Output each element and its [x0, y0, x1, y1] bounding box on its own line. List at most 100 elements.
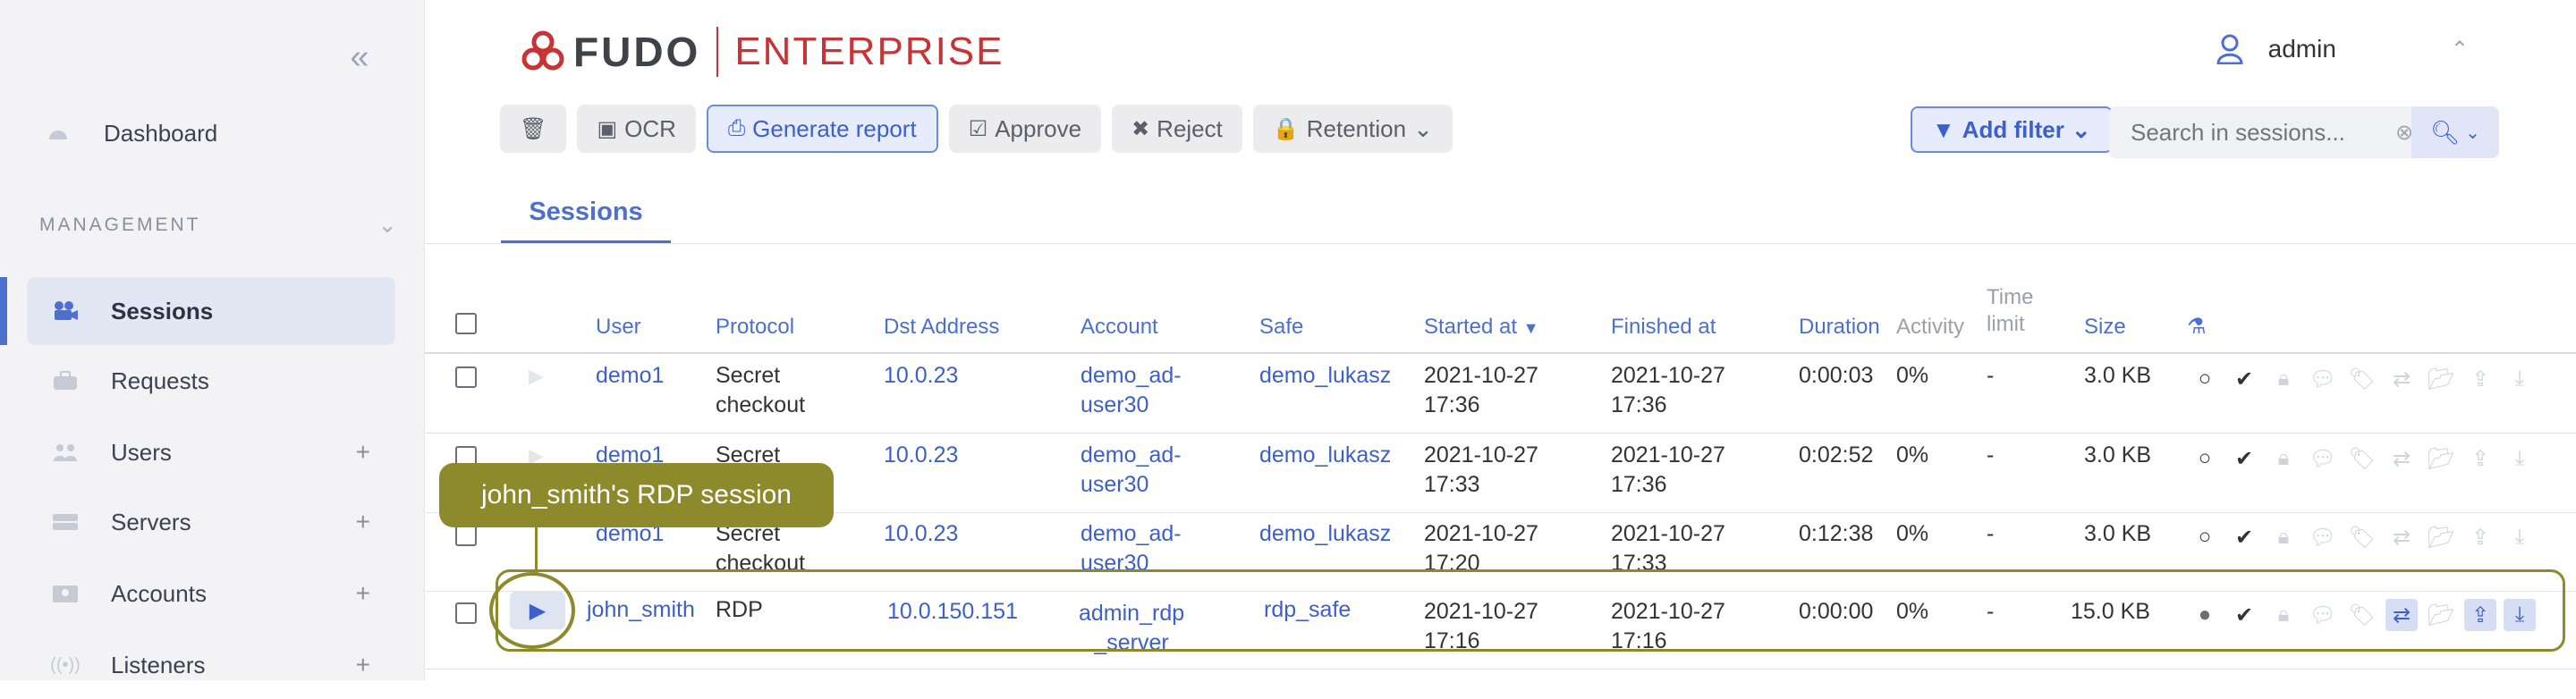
cell-time-limit: -: [1987, 521, 1995, 546]
user-menu[interactable]: admin ⌃: [2216, 34, 2469, 64]
lock-icon[interactable]: 🔒︎: [2267, 363, 2300, 395]
folder-icon[interactable]: 📂︎: [2425, 363, 2457, 395]
sidebar-item-servers[interactable]: Servers +: [27, 488, 395, 556]
account-icon: [52, 580, 79, 607]
row-actions: ○ ✔ 🔒︎ 💬︎ 🏷︎ ⇄ 📂︎ ⇪ ⤓: [2189, 363, 2536, 395]
sidebar-item-accounts[interactable]: Accounts +: [27, 560, 395, 627]
search-button[interactable]: 🔍︎ ⌄: [2411, 106, 2499, 158]
flask-icon[interactable]: ⚗: [2187, 314, 2207, 341]
callout-pointer: [535, 526, 538, 573]
username: admin: [2267, 35, 2336, 63]
lock-icon[interactable]: 🔒︎: [2267, 521, 2300, 553]
download-icon[interactable]: ⤓: [2504, 521, 2536, 553]
tag-icon[interactable]: 🏷︎: [2346, 442, 2378, 475]
row-checkbox[interactable]: [455, 602, 477, 624]
cell-line: 2021-10-27: [1611, 521, 1725, 546]
sidebar-item-users[interactable]: Users +: [27, 418, 395, 486]
exchange-icon[interactable]: ⇄: [2385, 363, 2418, 395]
cell-line: demo_ad-: [1080, 442, 1182, 467]
col-user[interactable]: User: [596, 314, 641, 341]
cell-duration: 0:12:38: [1799, 521, 1874, 546]
retention-button[interactable]: 🔒 Retention ⌄: [1252, 105, 1453, 153]
exchange-icon[interactable]: ⇄: [2385, 442, 2418, 475]
cell-duration: 0:00:03: [1799, 363, 1874, 388]
cell-account[interactable]: demo_ad-user30: [1080, 361, 1182, 420]
folder-icon[interactable]: 📂︎: [2425, 442, 2457, 475]
sidebar-item-label: Sessions: [111, 297, 214, 324]
download-icon[interactable]: ⤓: [2504, 363, 2536, 395]
delete-button[interactable]: 🗑: [500, 105, 567, 153]
sidebar-item-sessions[interactable]: Sessions: [27, 277, 395, 345]
cell-dst[interactable]: 10.0.23: [884, 519, 958, 549]
button-label: Approve: [995, 114, 1082, 142]
sidebar-item-dashboard[interactable]: Dashboard: [45, 120, 217, 147]
table-row[interactable]: ▶ demo1 Secret checkout 10.0.23 demo_ad-u…: [425, 354, 2576, 434]
collapse-sidebar-button[interactable]: «: [342, 39, 377, 75]
col-duration[interactable]: Duration: [1799, 314, 1880, 341]
cell-user[interactable]: demo1: [596, 361, 664, 391]
col-finished-at[interactable]: Finished at: [1611, 314, 1716, 341]
share-icon[interactable]: ⇪: [2464, 442, 2496, 475]
ocr-button[interactable]: ▣ OCR: [577, 105, 696, 153]
generate-report-button[interactable]: ⎙ Generate report: [706, 105, 938, 153]
col-protocol[interactable]: Protocol: [716, 314, 794, 341]
tab-sessions[interactable]: Sessions: [501, 184, 671, 243]
cell-line: demo_ad-: [1080, 521, 1182, 546]
col-started-at[interactable]: Started at ▼: [1424, 314, 1539, 341]
row-checkbox[interactable]: [455, 525, 477, 546]
cell-safe[interactable]: demo_lukasz: [1259, 519, 1391, 549]
logo-divider: [716, 27, 719, 77]
row-checkbox[interactable]: [455, 366, 477, 388]
cell-time-limit: -: [1987, 363, 1995, 388]
col-safe[interactable]: Safe: [1259, 314, 1303, 341]
reject-button[interactable]: ✖ Reject: [1112, 105, 1242, 153]
highlight-play-circle: [489, 572, 575, 649]
plus-icon[interactable]: +: [356, 651, 370, 679]
comment-icon[interactable]: 💬︎: [2307, 442, 2339, 475]
status-circle-icon: ○: [2198, 525, 2212, 549]
cell-activity: 0%: [1896, 521, 1929, 546]
cell-started: 2021-10-27 17:33: [1424, 441, 1538, 500]
comment-icon[interactable]: 💬︎: [2307, 363, 2339, 395]
cell-line: Secret: [716, 363, 781, 388]
select-all-checkbox[interactable]: [455, 313, 477, 334]
tag-icon[interactable]: 🏷︎: [2346, 363, 2378, 395]
exchange-icon[interactable]: ⇄: [2385, 521, 2418, 553]
folder-icon[interactable]: 📂︎: [2425, 521, 2457, 553]
sidebar-item-listeners[interactable]: ((•)) Listeners +: [27, 631, 395, 699]
search-input[interactable]: [2129, 117, 2383, 147]
management-section-header[interactable]: MANAGEMENT ⌄: [39, 211, 397, 239]
cell-dst[interactable]: 10.0.23: [884, 441, 958, 470]
cell-line: 17:33: [1424, 472, 1480, 497]
cell-safe[interactable]: demo_lukasz: [1259, 361, 1391, 391]
brand-name: FUDO: [573, 29, 701, 75]
check-icon[interactable]: ✔: [2228, 442, 2260, 475]
cell-duration: 0:02:52: [1799, 442, 1874, 467]
share-icon[interactable]: ⇪: [2464, 521, 2496, 553]
cell-line: user30: [1080, 472, 1149, 497]
col-dst-address[interactable]: Dst Address: [884, 314, 999, 341]
download-icon[interactable]: ⤓: [2504, 442, 2536, 475]
sidebar-item-label: Listeners: [111, 651, 206, 678]
check-icon[interactable]: ✔: [2228, 521, 2260, 553]
plus-icon[interactable]: +: [356, 438, 370, 467]
server-icon: [52, 509, 79, 535]
tag-icon[interactable]: 🏷︎: [2346, 521, 2378, 553]
approve-button[interactable]: ☑ Approve: [948, 105, 1102, 153]
cell-line: checkout: [716, 392, 806, 417]
col-size[interactable]: Size: [2084, 314, 2126, 341]
plus-icon[interactable]: +: [356, 579, 370, 608]
cell-safe[interactable]: demo_lukasz: [1259, 441, 1391, 470]
plus-icon[interactable]: +: [356, 508, 370, 536]
header-line: limit: [1987, 312, 2025, 336]
cell-dst[interactable]: 10.0.23: [884, 361, 958, 391]
cell-account[interactable]: demo_ad-user30: [1080, 441, 1182, 500]
sidebar-item-label: Servers: [111, 508, 191, 535]
col-account[interactable]: Account: [1080, 314, 1158, 341]
lock-icon[interactable]: 🔒︎: [2267, 442, 2300, 475]
sidebar-item-requests[interactable]: Requests: [27, 347, 395, 415]
check-icon[interactable]: ✔: [2228, 363, 2260, 395]
comment-icon[interactable]: 💬︎: [2307, 521, 2339, 553]
share-icon[interactable]: ⇪: [2464, 363, 2496, 395]
add-filter-button[interactable]: ▼ Add filter ⌄: [1911, 106, 2113, 153]
